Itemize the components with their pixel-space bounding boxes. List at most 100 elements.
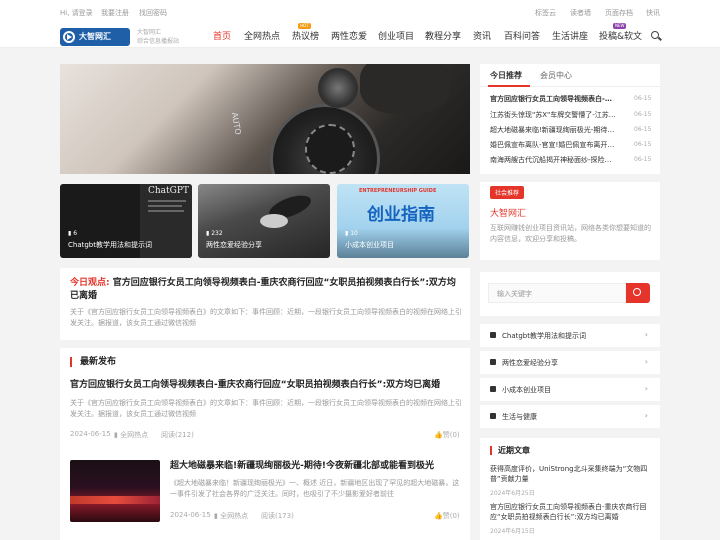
- new-badge: NEW: [613, 23, 627, 29]
- login-link[interactable]: Hi, 请登录: [60, 8, 93, 18]
- reader-wall-link[interactable]: 读者墙: [570, 8, 591, 18]
- chevron-right-icon: ›: [644, 411, 648, 420]
- nav-hot-list[interactable]: 热议榜 HOT: [292, 23, 320, 42]
- article-category[interactable]: ▮ 全网热点: [114, 430, 148, 440]
- list-item-date: 06-15: [634, 126, 652, 133]
- latest-heading: 最新发布: [70, 357, 116, 367]
- flash-news-link[interactable]: 快讯: [646, 8, 660, 18]
- thumb-label: 两性恋爱经验分享: [206, 241, 262, 249]
- nav-submit[interactable]: 投稿&软文 NEW: [599, 23, 643, 42]
- book-icon: [490, 413, 496, 419]
- forgot-password-link[interactable]: 找回密码: [139, 8, 167, 18]
- list-item-date: 06-15: [634, 111, 652, 118]
- tab-today-recommend[interactable]: 今日推荐: [490, 70, 522, 81]
- book-icon: [490, 386, 496, 392]
- article-title[interactable]: 超大地磁暴来临!新疆现绚丽极光-期待!今夜新疆北部或能看到极光: [170, 460, 460, 473]
- thumb-label: 小成本创业项目: [345, 241, 394, 249]
- thumb-image-text: 创业指南: [367, 205, 435, 225]
- thumb-romance[interactable]: ▮ 232 两性恋爱经验分享: [198, 184, 330, 258]
- play-icon: [63, 31, 75, 43]
- aurora-thumbnail[interactable]: [70, 460, 160, 522]
- tab-member-center[interactable]: 会员中心: [540, 70, 572, 81]
- category-item[interactable]: Chatgbt教学用法和提示词 ›: [480, 324, 660, 347]
- nav-news[interactable]: 资讯: [473, 29, 491, 42]
- list-item[interactable]: 南海两艘古代沉船揭开神秘面纱-探险揭秘:南海两艘: [490, 155, 616, 165]
- list-item-date: 06-15: [634, 156, 652, 163]
- thumbs-up-icon: 👍: [434, 431, 443, 439]
- chevron-right-icon: ›: [644, 384, 648, 393]
- nav-wiki-qa[interactable]: 百科问答: [504, 29, 540, 42]
- nav-home[interactable]: 首页: [213, 29, 231, 42]
- main-nav: 大智网汇 大智网汇 综合信息播报站 首页 全网热点 热议榜 HOT 两性恋爱 创…: [0, 23, 720, 48]
- list-item[interactable]: 超大地磁暴来临!新疆现绚丽极光-期待!今夜新疆北部: [490, 125, 616, 135]
- nav-tutorials[interactable]: 教程分享: [425, 29, 461, 42]
- nav-hot-topics[interactable]: 全网热点: [244, 29, 280, 42]
- search-icon: [633, 288, 641, 296]
- list-item[interactable]: 江苏街头惊现"苏X"车牌交警懵了-江苏街头惊现苏X车牌: [490, 110, 616, 120]
- featured-prefix: 今日观点:: [70, 278, 110, 288]
- list-item-date: 06-15: [634, 95, 652, 102]
- recent-posts-panel: 近期文章 获得高度评价，UniStrong北斗采集终端为“文物四普”贡献力量 2…: [480, 438, 660, 540]
- hero-dial-text: AUTO: [229, 111, 243, 136]
- logo-text: 大智网汇: [79, 32, 111, 41]
- recent-post-title[interactable]: 官方回应银行女员工向领导视频表白-重庆农商行回应“女职员拍视频表白行长”:双方均…: [490, 502, 652, 522]
- logo-subtitle-line2: 综合信息播报站: [137, 38, 180, 45]
- thumb-count: ▮ 10: [345, 230, 358, 237]
- article-desc: 《超大地磁暴来临！新疆现绚丽极光》一、概述 近日，新疆地区出现了罕见的超大地磁暴…: [170, 479, 460, 498]
- nav-life-lectures[interactable]: 生活讲座: [552, 29, 588, 42]
- category-item[interactable]: 生活与健康 ›: [480, 405, 660, 428]
- thumb-image-sub: ENTREPRENEURSHIP GUIDE: [359, 188, 437, 194]
- thumb-image-text: ChatGPT: [148, 186, 189, 196]
- category-label: Chatgbt教学用法和提示词: [502, 332, 586, 340]
- article-likes[interactable]: 👍赞(0): [434, 430, 460, 440]
- nav-romance[interactable]: 两性恋爱: [331, 29, 367, 42]
- article-views: 阅读(212): [161, 431, 194, 439]
- page-archive-link[interactable]: 页面存档: [605, 8, 633, 18]
- thumb-label: Chatgbt教学用法和提示词: [68, 241, 152, 249]
- site-desc: 互联网赚钱创业项目资讯站，网络各类你想要知道的内容信息，欢迎分享和投稿。: [490, 224, 651, 243]
- nav-startup[interactable]: 创业项目: [378, 29, 414, 42]
- search-panel: 输入关键字: [480, 272, 660, 316]
- nav-submit-label: 投稿&软文: [599, 32, 643, 42]
- social-badge: 社会推荐: [490, 186, 525, 199]
- article-date: 2024-06-15: [170, 511, 211, 519]
- nav-hot-list-label: 热议榜: [292, 32, 320, 42]
- logo-subtitle: 大智网汇 综合信息播报站: [137, 28, 179, 46]
- category-item[interactable]: 两性恋爱经验分享 ›: [480, 351, 660, 374]
- thumb-startup[interactable]: ENTREPRENEURSHIP GUIDE 创业指南 ▮ 10 小成本创业项目: [337, 184, 469, 258]
- search-placeholder: 输入关键字: [497, 290, 532, 298]
- top-bar: Hi, 请登录 我要注册 找回密码 标签云 读者墙 页面存档 快讯: [0, 0, 720, 24]
- thumbs-up-icon: 👍: [434, 512, 443, 520]
- featured-desc: 关于《官方回应银行女员工向领导视频表白》的文章如下：事件回顾：近期，一段银行女员…: [70, 308, 462, 327]
- article-likes[interactable]: 👍赞(0): [434, 511, 460, 521]
- featured-title[interactable]: 今日观点: 官方回应银行女员工向领导视频表白-重庆农商行回应“女职员拍视频表白行…: [70, 277, 462, 303]
- article-category[interactable]: ▮ 全网热点: [214, 511, 248, 521]
- recommend-panel: 今日推荐 会员中心 官方回应银行女员工向领导视频表白-重庆农商行回应 江苏街头惊…: [480, 64, 660, 174]
- search-icon[interactable]: [651, 31, 659, 39]
- search-button[interactable]: [626, 283, 650, 303]
- recent-heading: 近期文章: [490, 446, 530, 455]
- list-item[interactable]: 官方回应银行女员工向领导视频表白-重庆农商行回应: [490, 94, 616, 104]
- category-label: 生活与健康: [502, 413, 537, 421]
- category-item[interactable]: 小成本创业项目 ›: [480, 378, 660, 401]
- article-date: 2024-06-15: [70, 430, 111, 438]
- tag-cloud-link[interactable]: 标签云: [535, 8, 556, 18]
- logo-subtitle-line1: 大智网汇: [137, 29, 162, 36]
- hero-banner-image[interactable]: AUTO: [60, 64, 470, 174]
- search-input[interactable]: 输入关键字: [488, 283, 626, 303]
- thumb-count: ▮ 6: [68, 230, 78, 237]
- site-logo[interactable]: 大智网汇: [60, 28, 130, 46]
- thumb-chatgpt[interactable]: ChatGPT ▮ 6 Chatgbt教学用法和提示词: [60, 184, 192, 258]
- list-item[interactable]: 婚巴佩宣布离队-官宣!婚巴佩宣布离开巴黎，将加盟: [490, 140, 616, 150]
- book-icon: [490, 359, 496, 365]
- hot-badge: HOT: [298, 23, 311, 29]
- featured-title-text: 官方回应银行女员工向领导视频表白-重庆农商行回应“女职员拍视频表白行长”:双方均…: [70, 278, 456, 301]
- article-title[interactable]: 官方回应银行女员工向领导视频表白-重庆农商行回应“女职员拍视频表白行长”:双方均…: [70, 379, 462, 392]
- register-link[interactable]: 我要注册: [101, 8, 129, 18]
- chevron-right-icon: ›: [644, 357, 648, 366]
- recent-post-title[interactable]: 获得高度评价，UniStrong北斗采集终端为“文物四普”贡献力量: [490, 464, 652, 484]
- site-info-panel: 社会推荐 大智网汇 互联网赚钱创业项目资讯站，网络各类你想要知道的内容信息，欢迎…: [480, 182, 660, 260]
- site-name: 大智网汇: [490, 209, 527, 219]
- article-desc: 关于《官方回应银行女员工向领导视频表白》的文章如下：事件回顾：近期，一段银行女员…: [70, 399, 462, 418]
- thumb-count: ▮ 232: [206, 230, 223, 237]
